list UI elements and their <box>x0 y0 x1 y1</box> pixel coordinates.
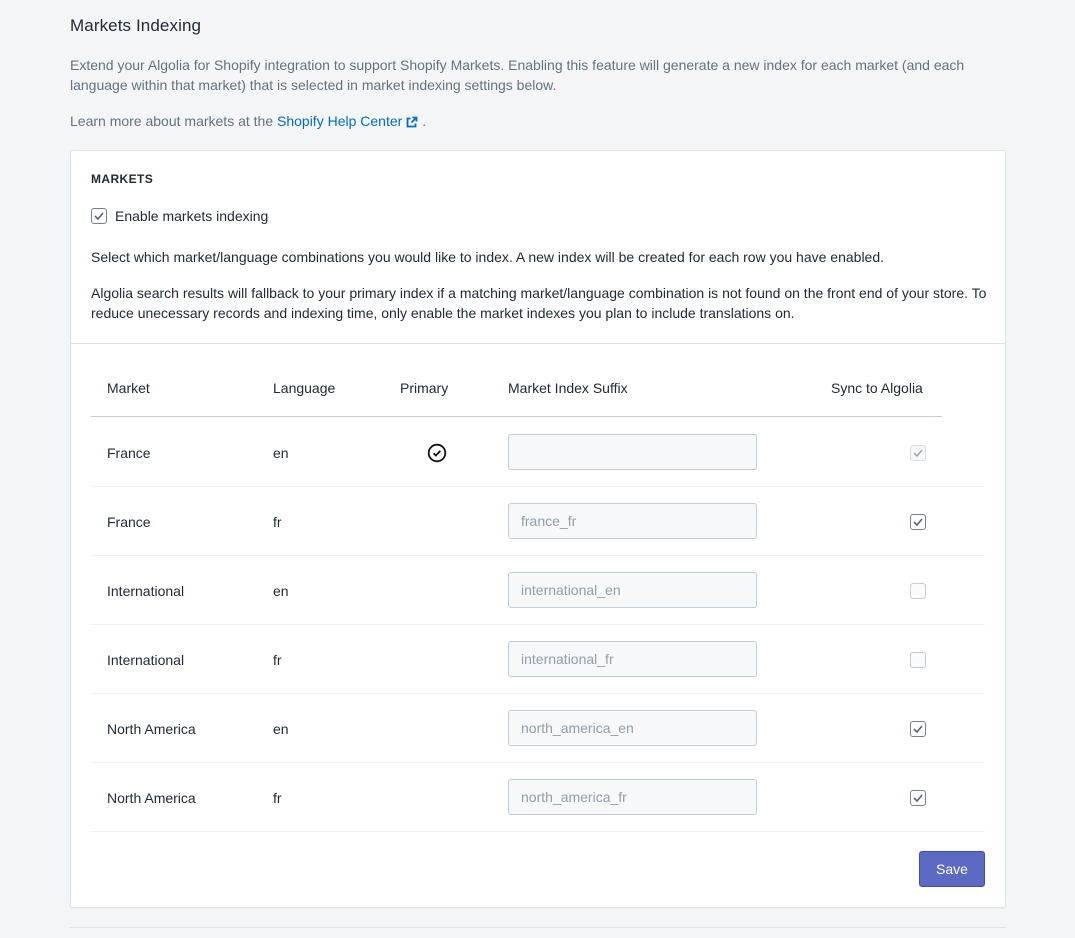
learn-more-text: Learn more about markets at the Shopify … <box>70 111 426 133</box>
table-row: International en <box>91 556 985 625</box>
market-index-suffix-input[interactable] <box>508 779 757 815</box>
market-cell: North America <box>107 789 196 806</box>
checkmark-icon <box>913 793 923 802</box>
sync-to-algolia-checkbox[interactable] <box>910 513 926 530</box>
learn-more-suffix: . <box>422 113 427 129</box>
market-index-suffix-input[interactable] <box>508 710 757 746</box>
market-cell: North America <box>107 720 196 737</box>
column-sync: Sync to Algolia <box>831 380 923 396</box>
table-row: France en <box>91 418 985 487</box>
column-primary: Primary <box>400 380 449 396</box>
language-cell: fr <box>273 513 282 530</box>
language-cell: fr <box>273 789 282 806</box>
bottom-divider <box>70 927 1006 928</box>
market-cell: France <box>107 444 151 461</box>
help-center-link-label: Shopify Help Center <box>277 113 403 129</box>
learn-more-prefix: Learn more about markets at the <box>70 113 274 129</box>
market-cell: International <box>107 582 185 599</box>
enable-markets-label: Enable markets indexing <box>115 208 269 224</box>
save-button[interactable]: Save <box>919 851 985 887</box>
market-index-suffix-input[interactable] <box>508 503 757 539</box>
sync-to-algolia-checkbox[interactable] <box>910 651 926 668</box>
check-circle-icon <box>427 418 447 487</box>
fallback-description: Algolia search results will fallback to … <box>91 285 987 321</box>
shopify-help-center-link[interactable]: Shopify Help Center <box>277 113 418 129</box>
table-row: North America en <box>91 694 985 763</box>
market-index-suffix-input[interactable] <box>508 572 757 608</box>
section-label: MARKETS <box>91 172 154 186</box>
sync-to-algolia-checkbox[interactable] <box>910 720 926 737</box>
checkmark-icon <box>913 517 923 526</box>
sync-to-algolia-checkbox[interactable] <box>910 789 926 806</box>
table-row: France fr <box>91 487 985 556</box>
column-market: Market <box>107 380 150 396</box>
language-cell: en <box>273 444 289 461</box>
column-suffix: Market Index Suffix <box>508 380 628 396</box>
selection-description: Select which market/language combination… <box>91 249 885 265</box>
page-title: Markets Indexing <box>70 16 202 35</box>
table-row: International fr <box>91 625 985 694</box>
enable-markets-checkbox-box[interactable] <box>91 208 107 224</box>
market-cell: France <box>107 513 151 530</box>
market-index-suffix-input[interactable] <box>508 434 757 470</box>
checkmark-icon <box>913 448 923 457</box>
sync-to-algolia-checkbox[interactable] <box>910 582 926 599</box>
language-cell: en <box>273 720 289 737</box>
column-language: Language <box>273 380 336 396</box>
market-cell: International <box>107 651 185 668</box>
intro-text: Extend your Algolia for Shopify integrat… <box>70 57 965 93</box>
checkmark-icon <box>913 724 923 733</box>
checkmark-icon <box>94 212 104 220</box>
sync-to-algolia-checkbox <box>910 444 926 461</box>
markets-card: MARKETS Enable markets indexing Select w… <box>70 150 1006 908</box>
language-cell: en <box>273 582 289 599</box>
table-header: Market Language Primary Market Index Suf… <box>91 371 942 417</box>
external-link-icon <box>406 113 418 133</box>
language-cell: fr <box>273 651 282 668</box>
market-index-suffix-input[interactable] <box>508 641 757 677</box>
table-row: North America fr <box>91 763 985 832</box>
enable-markets-checkbox[interactable]: Enable markets indexing <box>91 208 268 224</box>
markets-settings-section: MARKETS Enable markets indexing Select w… <box>71 151 1005 344</box>
